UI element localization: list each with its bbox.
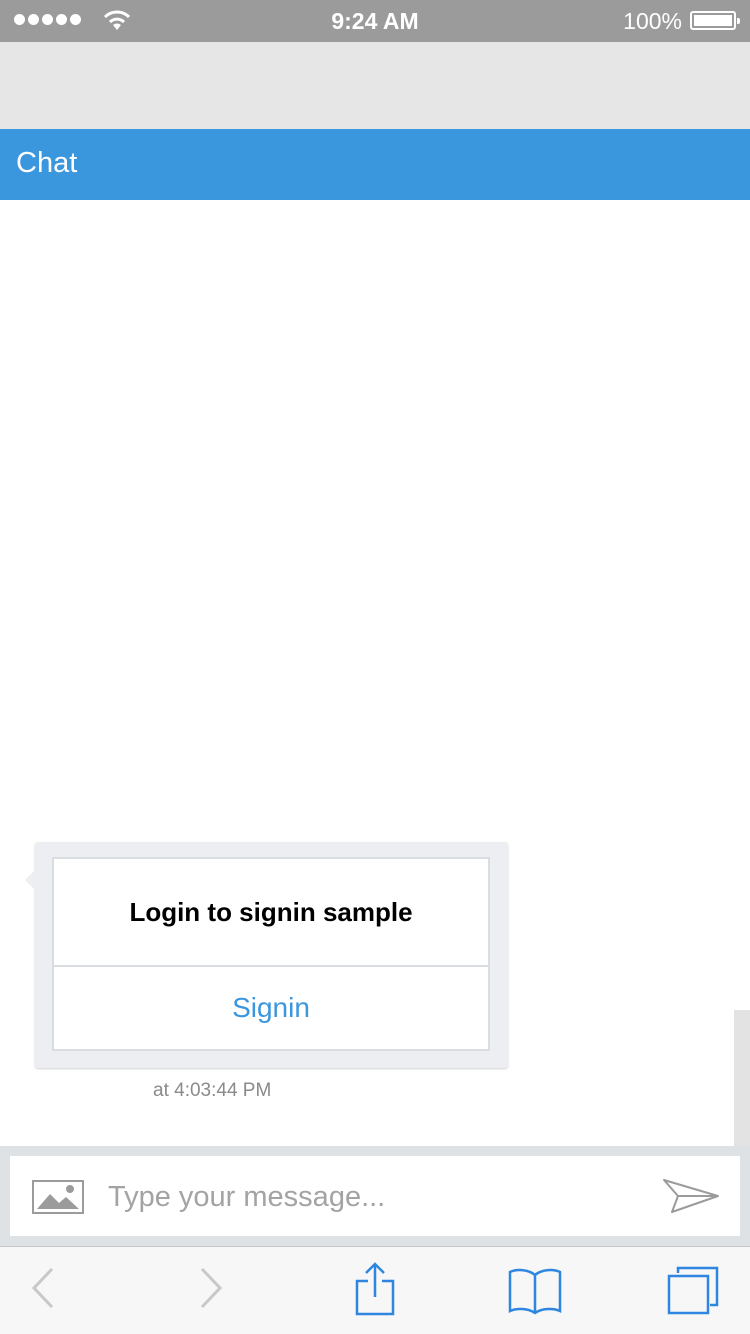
scrollbar[interactable]: [734, 1010, 750, 1146]
message-composer: [0, 1146, 750, 1246]
chat-header: Chat: [0, 129, 750, 200]
message-input[interactable]: [106, 1172, 630, 1222]
battery-percentage: 100%: [623, 8, 682, 34]
battery-icon: [690, 11, 740, 30]
bot-message-bubble: Login to signin sample Signin: [25, 842, 508, 1068]
bookmarks-icon[interactable]: [506, 1267, 564, 1315]
status-bar: 9:24 AM 100%: [0, 0, 750, 42]
send-icon[interactable]: [662, 1176, 720, 1216]
browser-address-area[interactable]: [0, 42, 750, 129]
tabs-icon[interactable]: [666, 1265, 720, 1315]
composer-box: [10, 1156, 740, 1236]
message-timestamp: at 4:03:44 PM: [153, 1080, 272, 1101]
bubble-tail: [25, 870, 35, 890]
image-icon[interactable]: [32, 1180, 84, 1214]
forward-icon[interactable]: [198, 1265, 224, 1311]
signin-card: Login to signin sample Signin: [52, 857, 490, 1051]
signin-button[interactable]: Signin: [54, 967, 488, 1049]
browser-toolbar: [0, 1246, 750, 1334]
share-icon[interactable]: [354, 1261, 396, 1317]
card-title: Login to signin sample: [54, 859, 488, 967]
page-title: Chat: [16, 147, 78, 179]
back-icon[interactable]: [30, 1265, 56, 1311]
